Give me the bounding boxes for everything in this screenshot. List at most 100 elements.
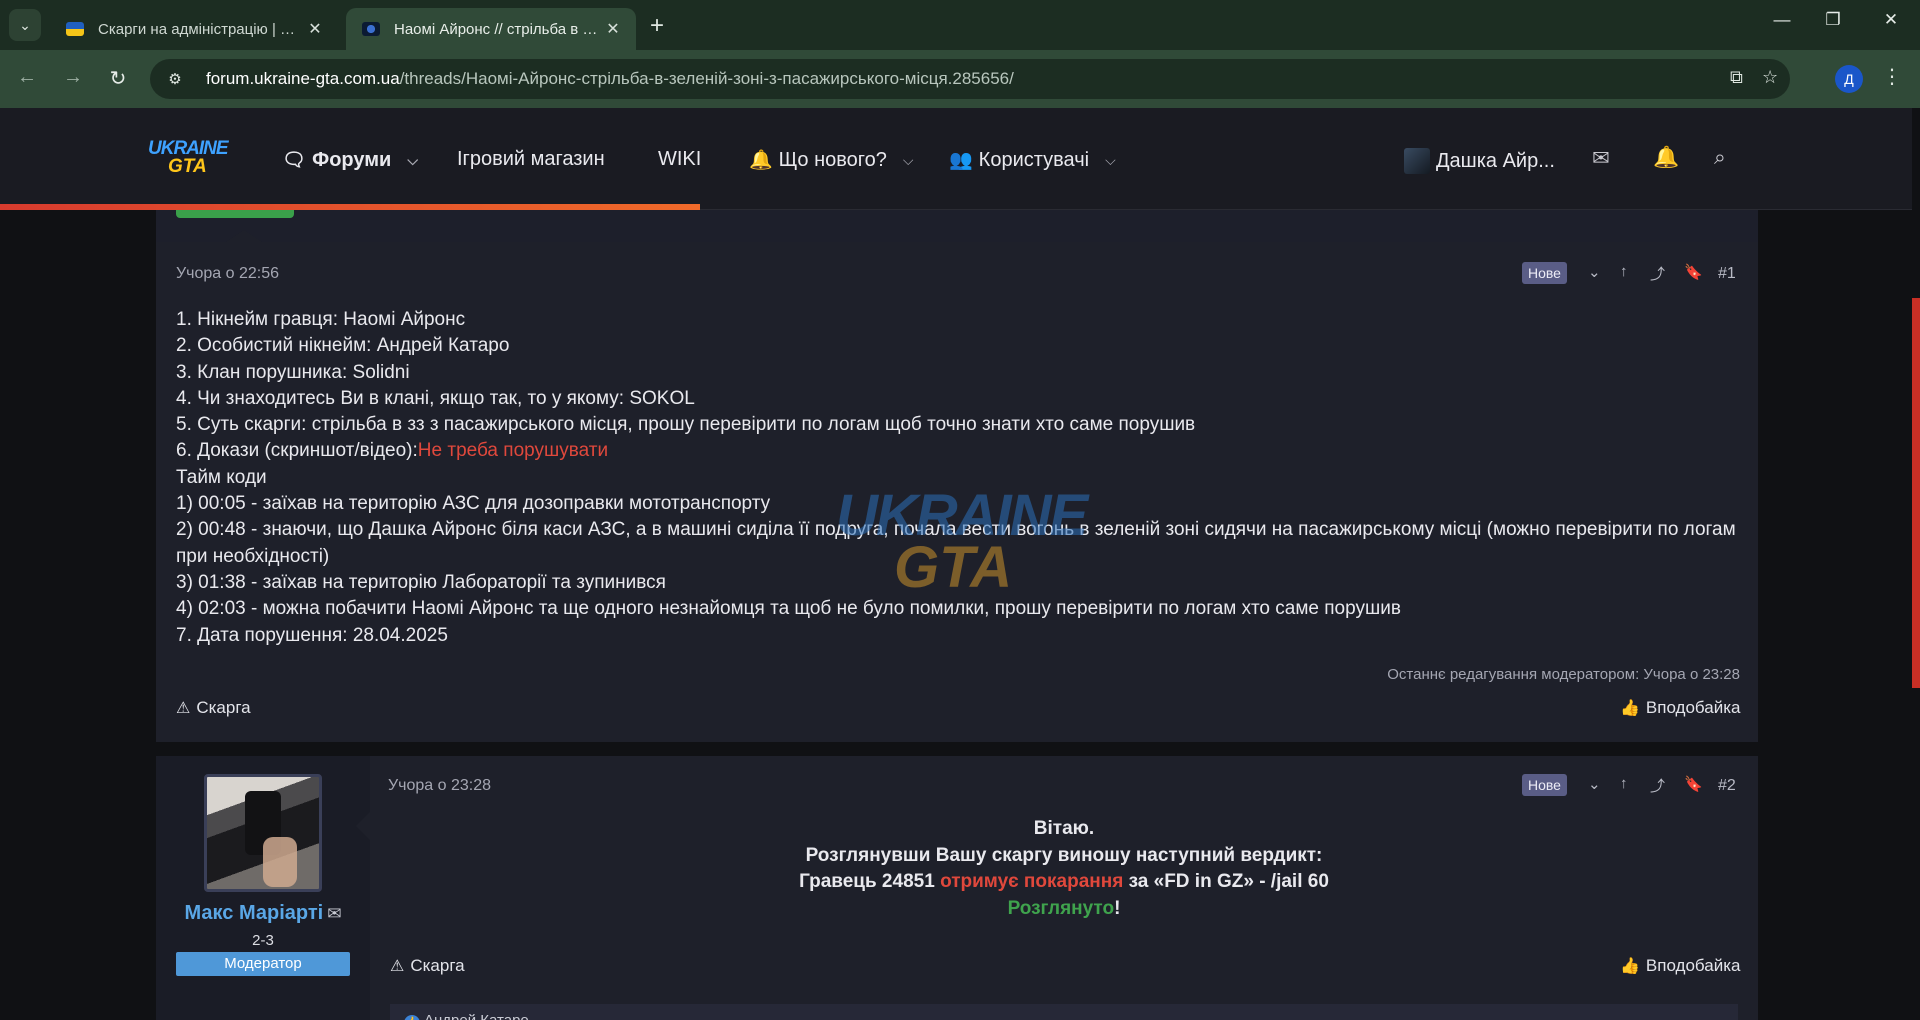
new-tab-button[interactable]: + — [650, 12, 664, 40]
nav-forums-label: Форуми — [312, 148, 392, 171]
post-2: Макс Маріарті ✉ 2-3 Модератор Учора о 23:… — [156, 756, 1758, 1020]
violation-date: 7. Дата порушення: 28.04.2025 — [176, 624, 448, 646]
bookmark-icon[interactable]: 🔖 — [1684, 263, 1703, 281]
nav-forums[interactable]: 🗨 Форуми ⌵ — [282, 148, 418, 172]
like-button[interactable]: 👍 Вподобайка — [1620, 698, 1740, 718]
back-icon[interactable]: ← — [14, 66, 40, 89]
status-suffix: ! — [1114, 897, 1121, 919]
post-line: 4. Чи знаходитесь Ви в клані, якщо так, … — [176, 387, 695, 409]
warning-icon: ⚠ — [390, 958, 405, 975]
report-label: Скарга — [196, 698, 251, 717]
chevron-down-icon: ⌄ — [19, 16, 31, 33]
scrollbar-thumb[interactable] — [1912, 298, 1920, 688]
browser-tab-bar: ⌄ Скарги на адміністрацію | UKRAINE GTA … — [0, 0, 1920, 50]
post-line: 1. Нікнейм гравця: Наомі Айронс — [176, 309, 466, 330]
url-path: /threads/Наомі-Айронс-стрільба-в-зеленій… — [399, 69, 1014, 88]
post-line: 2. Особистий нікнейм: Андрей Катаро — [176, 335, 510, 357]
chevron-down-icon[interactable]: ⌵ — [407, 152, 418, 169]
close-tab-icon[interactable]: ✕ — [602, 19, 624, 39]
post-user-strip — [156, 210, 1758, 242]
address-bar[interactable]: ⚙ forum.ukraine-gta.com.ua/threads/Наомі… — [150, 59, 1790, 99]
reactions-bar[interactable]: 👍 Андрей Катаро — [390, 1004, 1738, 1020]
thumbs-up-icon: 👍 — [1620, 700, 1640, 717]
site-info-icon[interactable]: ⚙ — [160, 70, 190, 88]
timecode-line: 4) 02:03 - можна побачити Наомі Айронс т… — [176, 598, 1401, 620]
translate-icon[interactable]: ⧉ — [1730, 67, 1743, 88]
restore-icon[interactable]: ❐ — [1818, 10, 1848, 30]
report-button[interactable]: ⚠ Скарга — [390, 956, 465, 976]
nav-whats-new[interactable]: 🔔 Що нового? ⌵ — [749, 148, 914, 172]
liked-by[interactable]: Андрей Катаро — [424, 1012, 529, 1020]
author-name[interactable]: Макс Маріарті ✉ — [156, 902, 370, 925]
status-text: Розглянуто — [1007, 897, 1115, 919]
share-icon[interactable]: ⤴ — [1650, 775, 1665, 796]
close-window-icon[interactable]: ✕ — [1876, 10, 1906, 30]
chat-bubble-icon: 🗨 — [282, 150, 307, 171]
close-tab-icon[interactable]: ✕ — [304, 19, 326, 39]
site-favicon-icon — [66, 22, 84, 36]
browser-menu-icon[interactable]: ⋮ — [1882, 64, 1902, 89]
post-line: 3. Клан порушника: Solidni — [176, 361, 410, 383]
like-button[interactable]: 👍 Вподобайка — [1620, 956, 1740, 976]
nav-whats-new-label: Що нового? — [778, 148, 887, 171]
nav-users-label: Користувачі — [978, 148, 1090, 171]
bookmark-icon[interactable]: 🔖 — [1684, 775, 1703, 793]
logo-text-bottom: GTA — [168, 156, 207, 177]
user-avatar — [1404, 148, 1430, 174]
alerts-bell-icon[interactable]: 🔔 — [1653, 146, 1679, 170]
tab-search-button[interactable]: ⌄ — [9, 9, 41, 41]
verdict-intro: Розглянувши Вашу скаргу виношу наступний… — [805, 844, 1323, 866]
thread-content: Учора о 22:56 Нове ⌄ ↑ ⤴ 🔖 #1 1. Нікнейм… — [156, 210, 1758, 1020]
thumbs-up-icon: 👍 — [1620, 958, 1640, 975]
author-name-text: Макс Маріарті — [184, 902, 324, 924]
mail-icon[interactable]: ✉ — [327, 904, 341, 923]
arrow-up-icon[interactable]: ↑ — [1620, 775, 1628, 792]
author-avatar[interactable] — [204, 774, 322, 892]
search-icon[interactable]: ⌕ — [1714, 146, 1726, 170]
nav-users[interactable]: 👥 Користувачі ⌵ — [949, 148, 1116, 172]
verdict-body: Вітаю. Розглянувши Вашу скаргу виношу на… — [370, 816, 1758, 922]
bookmark-star-icon[interactable]: ☆ — [1762, 67, 1778, 88]
bell-icon: 🔔 — [749, 150, 773, 171]
post-pointer — [226, 230, 262, 242]
chevron-down-icon[interactable]: ⌵ — [1105, 152, 1116, 169]
reload-icon[interactable]: ↻ — [105, 66, 131, 91]
post-time[interactable]: Учора о 23:28 — [388, 777, 491, 795]
browser-toolbar: ← → ↻ ⚙ forum.ukraine-gta.com.ua/threads… — [0, 50, 1920, 108]
post-number[interactable]: #1 — [1718, 265, 1736, 283]
post-number[interactable]: #2 — [1718, 777, 1736, 795]
site-header: UKRAINE GTA 🗨 Форуми ⌵ Ігровий магазин W… — [0, 108, 1920, 210]
verdict-rest: за «FD in GZ» - /jail 60 — [1128, 871, 1329, 892]
nav-shop[interactable]: Ігровий магазин — [457, 148, 605, 171]
post-time[interactable]: Учора о 22:56 — [176, 265, 279, 283]
url-text[interactable]: forum.ukraine-gta.com.ua/threads/Наомі-А… — [206, 69, 1014, 89]
like-label: Вподобайка — [1645, 698, 1741, 717]
evidence-label: 6. Докази (скриншот/відео): — [176, 440, 418, 462]
chevron-circle-icon[interactable]: ⌄ — [1588, 775, 1601, 793]
share-icon[interactable]: ⤴ — [1650, 263, 1665, 284]
browser-tab[interactable]: Скарги на адміністрацію | UKRAINE GTA ✕ — [50, 8, 338, 50]
arrow-up-icon[interactable]: ↑ — [1620, 263, 1628, 280]
tab-title: Наомі Айронс // стрільба в зеленій зоні — [394, 20, 602, 38]
warning-icon: ⚠ — [176, 700, 191, 717]
greeting: Вітаю. — [1033, 818, 1095, 839]
timecode-line: 3) 01:38 - заїхав на територію Лаборатор… — [176, 571, 666, 593]
site-favicon-icon — [362, 22, 380, 36]
timecode-line: 2) 00:48 - знаючи, що Дашка Айронс біля … — [176, 519, 1736, 567]
inbox-icon[interactable]: ✉ — [1592, 146, 1610, 171]
minimize-icon[interactable]: — — [1767, 10, 1797, 30]
new-badge: Нове — [1522, 262, 1567, 284]
browser-tab-active[interactable]: Наомі Айронс // стрільба в зеленій зоні … — [346, 8, 636, 50]
edit-note: Останнє редагування модератором: Учора о… — [1387, 666, 1740, 683]
author-title: 2-3 — [252, 932, 274, 949]
report-button[interactable]: ⚠ Скарга — [176, 698, 251, 718]
chevron-down-icon[interactable]: ⌵ — [903, 152, 914, 169]
profile-avatar[interactable]: Д — [1835, 65, 1863, 93]
account-menu[interactable]: Дашка Айр... — [1404, 148, 1555, 174]
user-banner — [176, 210, 294, 218]
post-pointer — [356, 812, 370, 840]
site-logo[interactable]: UKRAINE GTA — [148, 138, 229, 180]
chevron-circle-icon[interactable]: ⌄ — [1588, 263, 1601, 281]
forward-icon[interactable]: → — [60, 66, 86, 89]
nav-wiki[interactable]: WIKI — [658, 148, 701, 171]
